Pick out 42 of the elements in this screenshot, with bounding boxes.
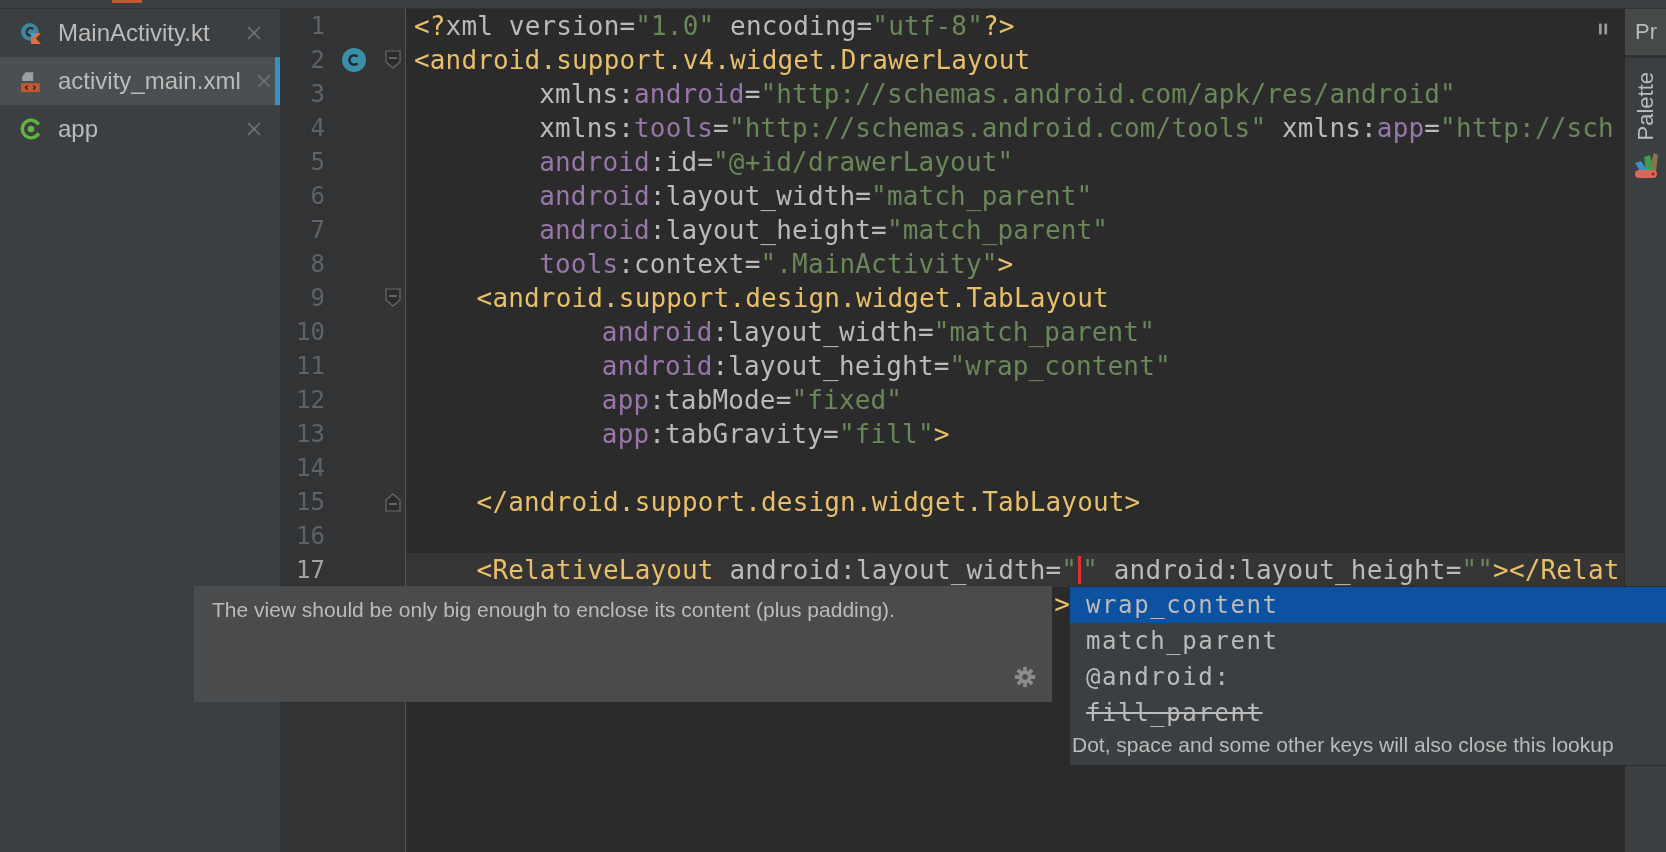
close-icon[interactable] [247,26,261,40]
file-tab[interactable]: app [0,105,280,153]
fold-icon[interactable] [385,288,401,308]
code-line: android:layout_width="match_parent" [601,316,1155,349]
settings-icon[interactable] [1014,666,1036,688]
pause-icon[interactable] [1599,23,1608,35]
code-line: android:layout_height="wrap_content" [601,350,1171,383]
completion-hint: Dot, space and some other keys will also close this lookup [1071,732,1615,758]
file-tab[interactable]: MainActivity.kt [0,9,280,57]
code-line: android:layout_height="match_parent" [539,214,1109,247]
class-gutter-icon[interactable] [342,48,366,72]
completion-item[interactable]: @android: [1070,659,1666,695]
code-line: app:tabMode="fixed" [601,384,903,417]
file-tab[interactable]: activity_main.xml [0,57,280,105]
fold-icon[interactable] [385,492,401,512]
completion-item[interactable]: match_parent [1070,623,1666,659]
code-line: > [1054,588,1071,621]
code-line: </android.support.design.widget.TabLayout> [476,486,1141,519]
code-line: android:layout_width="match_parent" [539,180,1093,213]
completion-item[interactable]: fill_parent [1070,695,1666,731]
close-icon[interactable] [247,122,261,136]
code-line: tools:context=".MainActivity"> [539,248,1014,281]
code-line: xmlns:tools="http://schemas.android.com/tools" xmlns:app="http://sch [539,112,1614,145]
line-number: 17 [295,556,325,584]
code-line: xmlns:android="http://schemas.android.com/apk/res/android" [539,78,1456,111]
palette-icon [1633,150,1658,179]
code-line: <?xml version="1.0" encoding="utf-8"?> [414,10,1015,43]
code-line: <android.support.v4.widget.DrawerLayout [414,44,1031,77]
code-line: app:tabGravity="fill"> [601,418,950,451]
close-icon[interactable] [256,74,271,88]
completion-item[interactable]: wrap_content [1070,587,1666,623]
file-name: activity_main.xml [58,67,241,95]
layout-file-icon [20,70,42,92]
documentation-text: The view should be only big enough to enclose its content (plus padding). [212,598,896,622]
code-line: <android.support.design.widget.TabLayout [476,282,1109,315]
tool-window-tab[interactable]: Pr [1625,9,1666,58]
fold-icon[interactable] [385,50,401,70]
file-name: MainActivity.kt [58,19,211,47]
code-line: android:id="@+id/drawerLayout" [539,146,1014,179]
class-file-icon [20,22,42,44]
file-name: app [58,115,100,143]
module-icon [20,118,42,140]
